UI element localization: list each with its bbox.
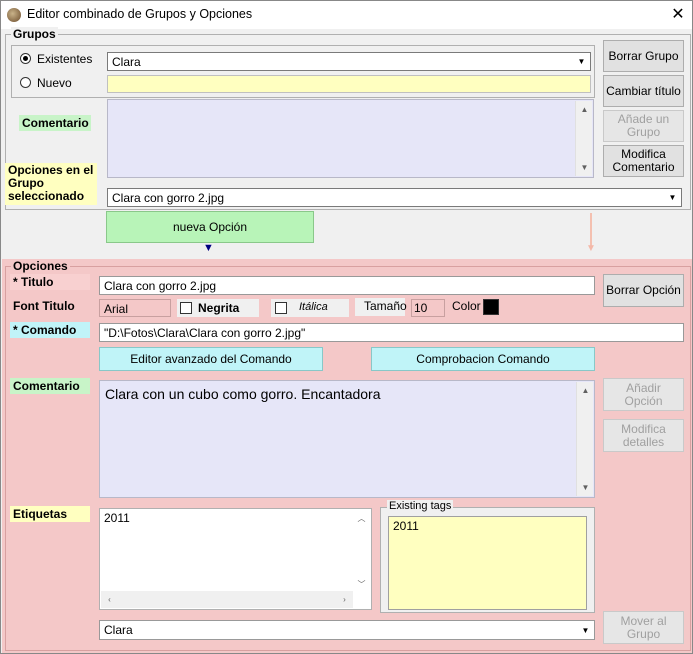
modifica-detalles-button[interactable]: Modifica detalles [603, 419, 684, 452]
opciones-en-grupo-label: Opciones en el Grupo seleccionado [5, 163, 97, 205]
arrow-down-icon: ▼ [203, 242, 214, 254]
scroll-down-icon[interactable]: ▼ [576, 159, 593, 176]
scroll-up-icon[interactable]: ▲ [577, 382, 594, 399]
font-titulo-label: Font Titulo [13, 299, 75, 313]
italica-checkbox[interactable] [275, 302, 287, 314]
opcion-select-value: Clara con gorro 2.jpg [112, 191, 225, 205]
scroll-up-icon[interactable]: ▲ [576, 101, 593, 118]
opcion-comentario-text: Clara con un cubo como gorro. Encantador… [105, 386, 381, 402]
cambiar-titulo-button[interactable]: Cambiar título [603, 75, 684, 107]
scroll-left-icon[interactable]: ‹ [101, 591, 118, 608]
comando-input[interactable]: "D:\Fotos\Clara\Clara con gorro 2.jpg" [99, 323, 684, 342]
titulo-input[interactable]: Clara con gorro 2.jpg [99, 276, 595, 295]
existing-tags-label: Existing tags [387, 500, 454, 512]
new-group-input[interactable] [107, 75, 591, 93]
etiquetas-hscroll[interactable]: ‹ › [101, 591, 353, 608]
opciones-section-label: Opciones [11, 259, 70, 273]
grupo-comentario-textarea[interactable]: ▲ ▼ [107, 99, 594, 178]
comando-label: * Comando [10, 322, 90, 338]
anadir-opcion-button[interactable]: Añadir Opción [603, 378, 684, 411]
scroll-right-icon[interactable]: › [336, 591, 353, 608]
borrar-opcion-button[interactable]: Borrar Opción [603, 274, 684, 307]
italica-label: Itálica [299, 301, 328, 313]
grupo-comentario-label: Comentario [19, 115, 91, 131]
color-swatch[interactable] [483, 299, 499, 315]
scroll-down-icon[interactable]: ﹀ [353, 576, 370, 593]
grupos-section-label: Grupos [11, 27, 58, 41]
anade-grupo-button[interactable]: Añade un Grupo [603, 110, 684, 142]
radio-existentes[interactable] [20, 53, 31, 64]
grupo-destino-select[interactable]: Clara ▼ [99, 620, 595, 640]
etiquetas-text: 2011 [104, 511, 130, 525]
grupo-destino-value: Clara [104, 623, 133, 637]
link-arrow-head-icon: ▼ [586, 243, 596, 254]
titulo-label: * Titulo [10, 274, 90, 290]
font-name-field[interactable]: Arial [99, 299, 171, 317]
nueva-opcion-button[interactable]: nueva Opción [106, 211, 314, 243]
tamano-field[interactable]: 10 [411, 299, 445, 317]
opcion-comentario-label: Comentario [10, 378, 90, 394]
chevron-down-icon[interactable]: ▼ [574, 54, 589, 69]
opcion-comentario-scrollbar[interactable]: ▲ ▼ [576, 382, 593, 496]
comprobacion-button[interactable]: Comprobacion Comando [371, 347, 595, 371]
chevron-down-icon[interactable]: ▼ [665, 190, 680, 205]
existing-group-select[interactable]: Clara ▼ [107, 52, 591, 71]
scroll-up-icon[interactable]: ︿ [353, 510, 370, 527]
existing-group-value: Clara [112, 55, 141, 69]
negrita-checkbox[interactable] [180, 302, 192, 314]
etiquetas-textarea[interactable]: 2011 ︿ ﹀ ‹ › [99, 508, 372, 610]
etiquetas-vscroll[interactable]: ︿ ﹀ [353, 510, 370, 593]
title-bar[interactable]: Editor combinado de Grupos y Opciones ✕ [1, 1, 692, 29]
window-title: Editor combinado de Grupos y Opciones [27, 7, 253, 21]
radio-nuevo-label: Nuevo [37, 76, 72, 90]
dialog-window: Editor combinado de Grupos y Opciones ✕ … [0, 0, 693, 654]
radio-nuevo[interactable] [20, 77, 31, 88]
opcion-select[interactable]: Clara con gorro 2.jpg ▼ [107, 188, 682, 207]
borrar-grupo-button[interactable]: Borrar Grupo [603, 40, 684, 72]
scroll-down-icon[interactable]: ▼ [577, 479, 594, 496]
existing-tags-list[interactable]: 2011 [388, 516, 587, 610]
tamano-label: Tamaño [364, 299, 407, 313]
etiquetas-label: Etiquetas [10, 506, 90, 522]
radio-existentes-label: Existentes [37, 52, 93, 66]
negrita-label: Negrita [198, 301, 240, 315]
opcion-comentario-textarea[interactable]: Clara con un cubo como gorro. Encantador… [99, 380, 595, 498]
grupo-comentario-scrollbar[interactable]: ▲ ▼ [575, 101, 592, 176]
color-label: Color [452, 299, 481, 313]
mover-al-grupo-button[interactable]: Mover al Grupo [603, 611, 684, 644]
close-icon[interactable]: ✕ [665, 3, 691, 27]
app-icon [7, 8, 21, 22]
modifica-comentario-button[interactable]: Modifica Comentario [603, 145, 684, 177]
chevron-down-icon[interactable]: ▼ [578, 622, 593, 638]
editor-avanzado-button[interactable]: Editor avanzado del Comando [99, 347, 323, 371]
